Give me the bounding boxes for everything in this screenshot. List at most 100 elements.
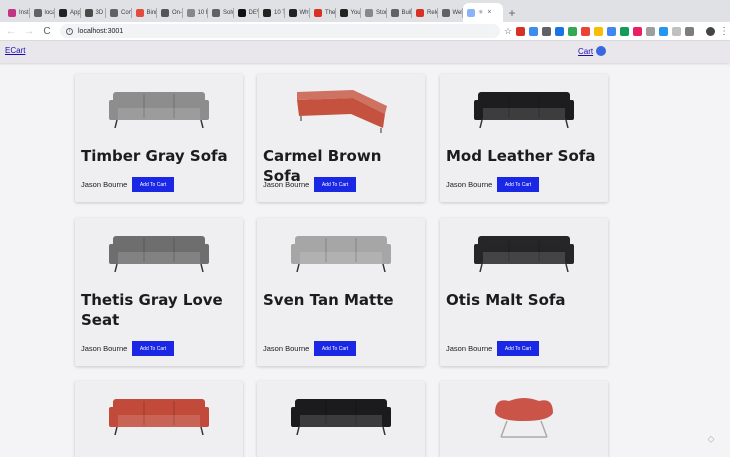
tab-close-icon[interactable]: × xyxy=(487,9,491,16)
extension-icon[interactable] xyxy=(581,26,591,36)
add-to-cart-button[interactable]: Add To Cart xyxy=(497,341,539,356)
extension-icon[interactable] xyxy=(607,26,617,36)
browser-menu-icon[interactable]: ⋮ xyxy=(719,26,729,37)
extension-icon[interactable] xyxy=(620,26,630,36)
product-image xyxy=(257,218,425,290)
tab-favicon-icon xyxy=(390,8,399,17)
browser-tab[interactable]: You xyxy=(336,3,362,22)
browser-tab-label: Appli xyxy=(70,9,81,16)
product-title: Otis Malt Sofa xyxy=(446,291,566,309)
browser-tab-label: Welc xyxy=(452,9,464,16)
back-icon[interactable]: ← xyxy=(4,24,18,38)
cast-icon[interactable] xyxy=(685,26,695,36)
add-to-cart-button[interactable]: Add To Cart xyxy=(314,341,356,356)
browser-tab[interactable]: Welc xyxy=(438,3,464,22)
eyedropper-icon[interactable] xyxy=(542,26,552,36)
browser-tab[interactable]: 10 F xyxy=(183,3,209,22)
product-seller: Jason Bourne xyxy=(446,344,493,353)
browser-tab[interactable]: local xyxy=(30,3,55,22)
product-card: Timber Gray Sofa Jason Bourne Add To Cart xyxy=(75,74,243,202)
product-image xyxy=(75,381,243,453)
browser-tab-label: The I xyxy=(325,9,336,16)
browser-tab[interactable]: 3D I xyxy=(81,3,107,22)
forward-icon[interactable]: → xyxy=(22,24,36,38)
browser-tab-label: DEV xyxy=(248,9,260,16)
product-card: Carmel Brown Sofa Jason Bourne Add To Cart xyxy=(257,74,425,202)
tab-favicon-icon xyxy=(59,8,67,17)
info-icon[interactable]: i xyxy=(66,27,73,35)
product-card xyxy=(257,381,425,457)
browser-tab[interactable]: 10 Ti xyxy=(259,3,285,22)
browser-tab-label: On-c xyxy=(172,9,183,16)
browser-tab-label: Relea xyxy=(427,9,438,16)
browser-tab-label: Story xyxy=(376,9,387,16)
extension-icon[interactable] xyxy=(568,26,578,36)
browser-tab[interactable]: Story xyxy=(361,3,387,22)
browser-tab-label: 3D I xyxy=(95,9,107,16)
add-to-cart-button[interactable]: Add To Cart xyxy=(314,177,356,192)
browser-tab[interactable]: Binn xyxy=(132,3,158,22)
tab-favicon-icon xyxy=(263,8,271,17)
browser-tab-label: Solv xyxy=(223,9,234,16)
tab-favicon-icon xyxy=(33,8,42,17)
product-title: Thetis Gray Love Seat xyxy=(81,291,223,329)
browser-tab-label: 10 F xyxy=(197,9,209,16)
browser-tab[interactable]: Appli xyxy=(55,3,81,22)
browser-tab[interactable]: The I xyxy=(310,3,336,22)
product-image xyxy=(440,74,608,146)
tab-favicon-icon xyxy=(416,8,424,17)
tab-favicon-icon xyxy=(161,8,169,17)
extension-icon[interactable] xyxy=(646,26,656,36)
browser-tab-label: Build xyxy=(401,9,413,16)
browser-tab-label: Conn xyxy=(121,9,132,16)
product-seller: Jason Bourne xyxy=(81,180,128,189)
add-to-cart-button[interactable]: Add To Cart xyxy=(132,341,174,356)
browser-tab[interactable]: Why xyxy=(285,3,310,22)
new-tab-button[interactable]: + xyxy=(503,3,521,22)
product-seller: Jason Bourne xyxy=(263,180,310,189)
add-to-cart-button[interactable]: Add To Cart xyxy=(497,177,539,192)
browser-tab[interactable]: Conn xyxy=(106,3,132,22)
add-to-cart-button[interactable]: Add To Cart xyxy=(132,177,174,192)
tab-favicon-icon xyxy=(365,8,373,17)
tab-favicon-icon xyxy=(84,8,93,17)
tab-favicon-icon xyxy=(8,8,16,17)
browser-tab[interactable]: Build xyxy=(387,3,413,22)
tab-favicon-icon xyxy=(186,8,195,17)
browser-tab[interactable]: DEV xyxy=(234,3,260,22)
browser-tab-label: 10 Ti xyxy=(274,9,285,16)
product-image xyxy=(440,218,608,290)
scroll-indicator-icon: ⬦ xyxy=(707,433,715,445)
product-card: Mod Leather Sofa Jason Bourne Add To Cart xyxy=(440,74,608,202)
browser-tab[interactable]: Insta xyxy=(4,3,30,22)
tab-favicon-icon xyxy=(314,8,322,17)
tab-favicon-icon xyxy=(110,8,118,17)
browser-tab-label: Binn xyxy=(146,9,158,16)
browser-tab-strip: Insta local Appli 3D I Conn Binn On-c 10 F Solv D… xyxy=(0,0,730,22)
reload-icon[interactable]: C xyxy=(40,24,54,38)
tab-favicon-icon xyxy=(237,8,246,17)
product-card: Thetis Gray Love Seat Jason Bourne Add To … xyxy=(75,218,243,366)
product-seller: Jason Bourne xyxy=(446,180,493,189)
bookmark-star-icon[interactable]: ☆ xyxy=(504,26,512,37)
brand-link[interactable]: ECart xyxy=(5,46,25,55)
cart-label: Cart xyxy=(578,46,594,56)
browser-tab[interactable]: On-c xyxy=(157,3,183,22)
browser-tab-active[interactable]: ⚛ × xyxy=(463,3,503,22)
cloud-icon[interactable] xyxy=(672,26,682,36)
extension-icon[interactable] xyxy=(555,26,565,36)
extension-icon[interactable] xyxy=(633,26,643,36)
browser-tab[interactable]: Solv xyxy=(208,3,234,22)
product-card xyxy=(440,381,608,457)
browser-tab-label: Insta xyxy=(19,9,30,16)
product-image xyxy=(257,74,425,146)
browser-tab[interactable]: Relea xyxy=(412,3,438,22)
address-bar[interactable]: i localhost:3001 xyxy=(60,24,500,38)
extension-icon[interactable] xyxy=(516,26,526,36)
cart-link[interactable]: Cart xyxy=(578,46,607,56)
extension-icon[interactable] xyxy=(659,26,669,36)
extension-icon[interactable] xyxy=(529,26,539,36)
tab-favicon-icon xyxy=(339,8,348,17)
profile-avatar[interactable] xyxy=(706,26,716,36)
extension-icon[interactable] xyxy=(594,26,604,36)
